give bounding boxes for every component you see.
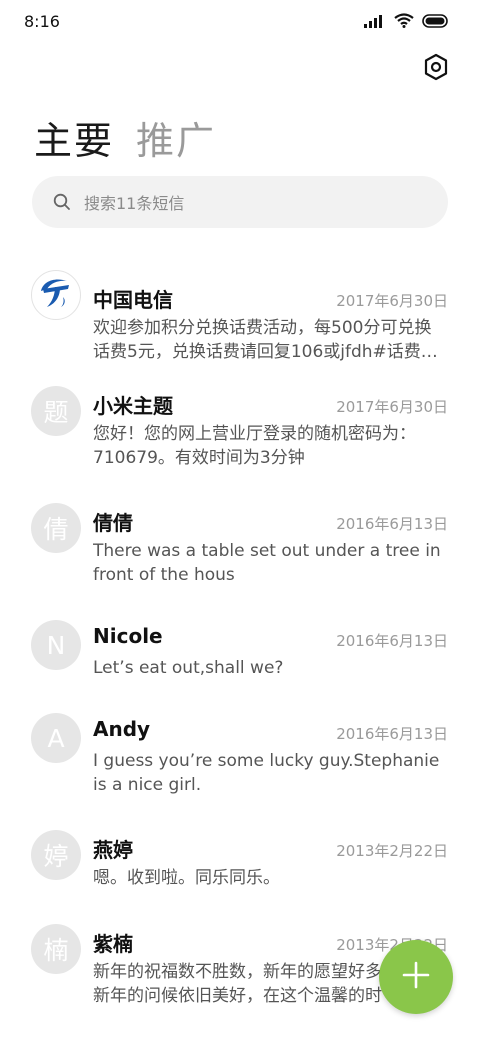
avatar: N — [31, 620, 81, 670]
preview-line: 您好！您的网上营业厅登录的随机密码为： — [93, 424, 416, 444]
new-message-button[interactable] — [379, 940, 453, 1014]
preview-line: I guess you’re some lucky guy.Stephanie — [93, 751, 440, 771]
message-preview: 欢迎参加积分兑换话费活动，每500分可兑换 话费5元，兑换话费请回复106或jf… — [93, 316, 449, 364]
contact-name: 紫楠 — [93, 932, 133, 956]
message-date: 2016年6月13日 — [336, 725, 448, 743]
status-time: 8:16 — [24, 12, 60, 31]
search-icon — [52, 192, 72, 212]
settings-hexagon-icon — [423, 53, 449, 85]
message-date: 2017年6月30日 — [336, 292, 448, 310]
tab-bar: 主要 推广 — [34, 110, 216, 165]
message-date: 2016年6月13日 — [336, 632, 448, 650]
signal-icon — [364, 13, 386, 32]
message-preview: 嗯。收到啦。同乐同乐。 — [93, 866, 449, 890]
settings-button[interactable] — [420, 53, 452, 85]
message-date: 2016年6月13日 — [336, 515, 448, 533]
preview-line: front of the hous — [93, 565, 235, 585]
message-preview: Let’s eat out,shall we? — [93, 656, 449, 680]
wifi-icon — [394, 13, 414, 32]
conversation-row[interactable]: 中国电信 2017年6月30日 欢迎参加积分兑换话费活动，每500分可兑换 话费… — [0, 270, 480, 370]
message-preview: I guess you’re some lucky guy.Stephanie … — [93, 749, 449, 797]
conversation-row[interactable]: 倩 倩倩 2016年6月13日 There was a table set ou… — [0, 503, 480, 603]
status-icons — [364, 13, 450, 32]
avatar: A — [31, 713, 81, 763]
contact-name: Nicole — [93, 624, 163, 648]
battery-icon — [422, 13, 450, 32]
preview-line: 话费5元，兑换话费请回复106或jfdh#话费… — [93, 342, 438, 362]
status-bar: 8:16 — [0, 0, 480, 42]
contact-name: 倩倩 — [93, 511, 133, 535]
preview-line: There was a table set out under a tree i… — [93, 541, 441, 561]
message-preview: 您好！您的网上营业厅登录的随机密码为： 710679。有效时间为3分钟 — [93, 422, 449, 470]
message-date: 2017年6月30日 — [336, 398, 448, 416]
conversation-row[interactable]: 婷 燕婷 2013年2月22日 嗯。收到啦。同乐同乐。 — [0, 830, 480, 910]
avatar: 楠 — [31, 924, 81, 974]
tab-promotions[interactable]: 推广 — [136, 110, 216, 165]
preview-line: 710679。有效时间为3分钟 — [93, 448, 305, 468]
plus-icon — [401, 960, 431, 994]
contact-name: 燕婷 — [93, 838, 133, 862]
preview-line: 欢迎参加积分兑换话费活动，每500分可兑换 — [93, 318, 432, 338]
contact-name: 小米主题 — [93, 394, 173, 418]
conversation-row[interactable]: N Nicole 2016年6月13日 Let’s eat out,shall … — [0, 620, 480, 700]
contact-name: 中国电信 — [93, 288, 173, 312]
avatar: 题 — [31, 386, 81, 436]
avatar: 婷 — [31, 830, 81, 880]
preview-line: is a nice girl. — [93, 775, 202, 795]
contact-name: Andy — [93, 717, 151, 741]
tab-main[interactable]: 主要 — [34, 110, 114, 165]
conversation-row[interactable]: 题 小米主题 2017年6月30日 您好！您的网上营业厅登录的随机密码为： 71… — [0, 386, 480, 486]
message-preview: There was a table set out under a tree i… — [93, 539, 449, 587]
preview-line: Let’s eat out,shall we? — [93, 658, 284, 678]
search-bar[interactable]: 搜索11条短信 — [32, 176, 448, 228]
preview-line: 嗯。收到啦。同乐同乐。 — [93, 868, 280, 888]
search-placeholder: 搜索11条短信 — [84, 194, 185, 213]
message-date: 2013年2月22日 — [336, 842, 448, 860]
conversation-row[interactable]: A Andy 2016年6月13日 I guess you’re some lu… — [0, 713, 480, 813]
avatar: 倩 — [31, 503, 81, 553]
avatar — [31, 270, 81, 320]
china-telecom-logo-icon — [33, 271, 79, 319]
